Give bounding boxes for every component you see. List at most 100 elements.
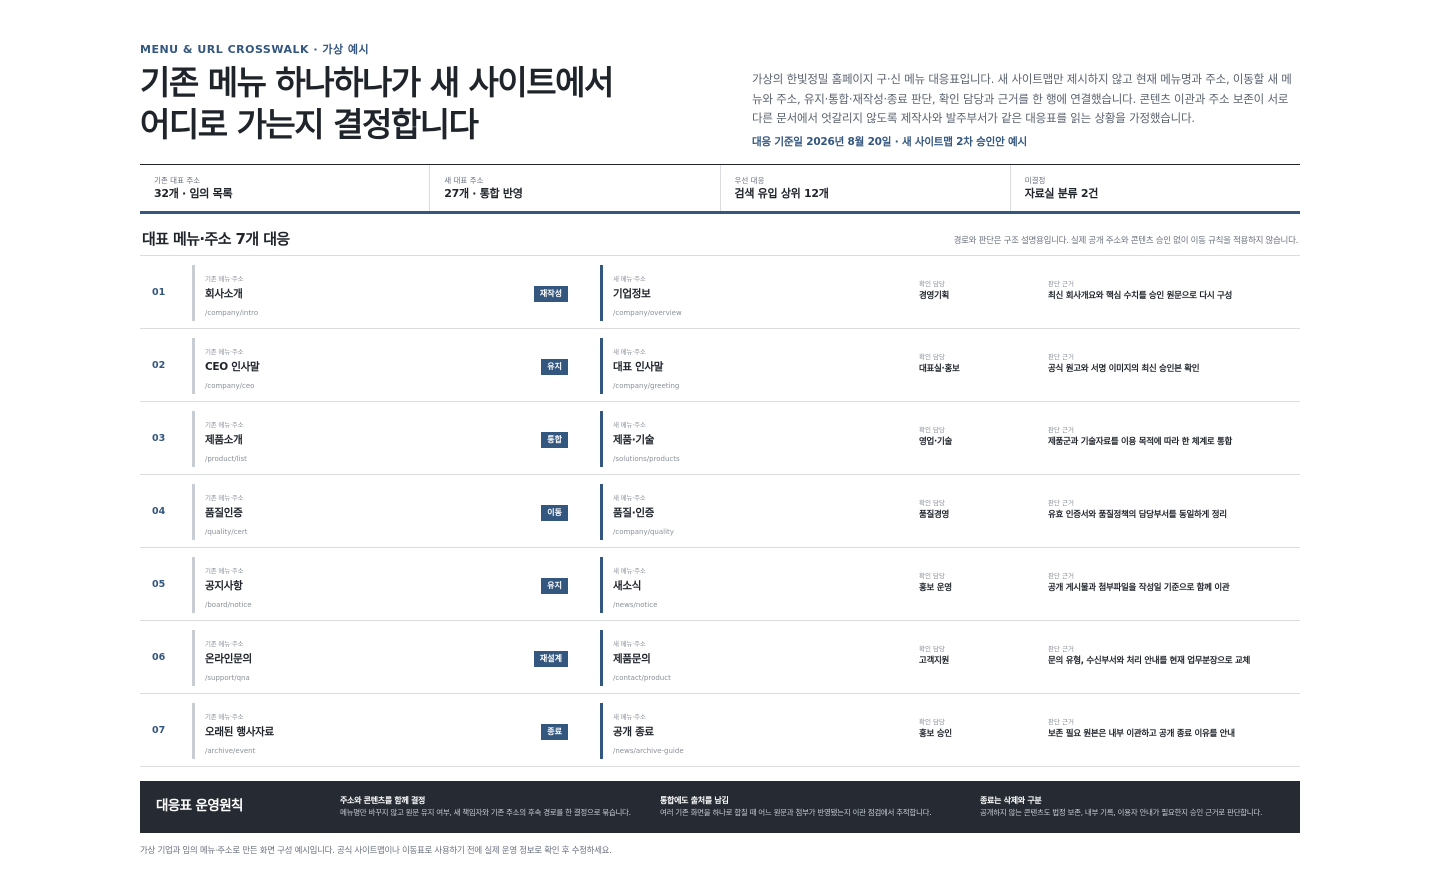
basis-label: 판단 근거	[1048, 353, 1074, 361]
principle-item: 종료는 삭제와 구분 공개하지 않는 콘텐츠도 법정 보존, 내부 기록, 이용…	[980, 795, 1290, 819]
new-menu-label: 새 메뉴·주소	[613, 348, 646, 356]
new-menu-name: 품질·인증	[613, 507, 655, 519]
footer-note: 가상 기업과 임의 메뉴·주소로 만든 화면 구성 예시입니다. 공식 사이트맵…	[140, 846, 612, 856]
old-menu-label: 기존 메뉴·주소	[205, 421, 244, 429]
owner-cell: 확인 담당 홍보 승인	[919, 717, 952, 741]
basis-value: 공개 게시물과 첨부파일을 작성일 기준으로 함께 이관	[1048, 583, 1230, 593]
old-menu-label: 기존 메뉴·주소	[205, 640, 244, 648]
basis-value: 최신 회사개요와 핵심 수치를 승인 원문으로 다시 구성	[1048, 291, 1233, 301]
owner-label: 확인 담당	[919, 353, 945, 361]
stat-label: 우선 대응	[734, 176, 765, 185]
new-menu-cell: 새 메뉴·주소 대표 인사말/company/greeting	[600, 338, 900, 394]
new-menu-name: 새소식	[613, 580, 642, 592]
row-number: 04	[152, 506, 166, 517]
table-row: 04 기존 메뉴·주소 품질인증/quality/cert 이동 새 메뉴·주소 품질·인…	[140, 475, 1300, 548]
old-menu-label: 기존 메뉴·주소	[205, 275, 244, 283]
basis-label: 판단 근거	[1048, 280, 1074, 288]
action-badge: 유지	[541, 359, 568, 375]
basis-value: 유효 인증서와 품질정책의 담당부서를 동일하게 정리	[1048, 510, 1227, 520]
basis-date: 대응 기준일 2026년 8월 20일 · 새 사이트맵 2차 승인안 예시	[752, 136, 1027, 148]
action-badge: 이동	[541, 505, 568, 521]
old-menu-cell: 기존 메뉴·주소 제품소개/product/list 통합	[192, 411, 568, 467]
basis-value: 보존 필요 원본은 내부 이관하고 공개 종료 이유를 안내	[1048, 729, 1235, 739]
basis-label: 판단 근거	[1048, 572, 1074, 580]
principle-title: 종료는 삭제와 구분	[980, 796, 1042, 805]
basis-label: 판단 근거	[1048, 426, 1074, 434]
action-badge: 통합	[541, 432, 568, 448]
table-row: 05 기존 메뉴·주소 공지사항/board/notice 유지 새 메뉴·주소 새소식 /…	[140, 548, 1300, 621]
section-note: 경로와 판단은 구조 설명용입니다. 실제 공개 주소와 콘텐츠 승인 없이 이…	[953, 236, 1299, 246]
old-menu-cell: 기존 메뉴·주소 회사소개/company/intro 재작성	[192, 265, 568, 321]
owner-cell: 확인 담당 품질경영	[919, 498, 949, 522]
old-menu-cell: 기존 메뉴·주소 CEO 인사말/company/ceo 유지	[192, 338, 568, 394]
stat-undecided: 미결정 자료실 분류 2건	[1009, 165, 1300, 211]
owner-value: 대표실·홍보	[919, 364, 960, 374]
page-title-line-1: 기존 메뉴 하나하나가 새 사이트에서	[140, 63, 614, 102]
stat-value: 27개 · 통합 반영	[444, 187, 523, 200]
new-menu-name: 제품문의	[613, 653, 651, 665]
basis-cell: 판단 근거문의 유형, 수신부서와 처리 안내를 현재 업무분장으로 교체	[1048, 644, 1250, 668]
old-menu-name: 오래된 행사자료	[205, 726, 274, 738]
new-menu-label: 새 메뉴·주소	[613, 421, 646, 429]
owner-label: 확인 담당	[919, 499, 945, 507]
basis-cell: 판단 근거공개 게시물과 첨부파일을 작성일 기준으로 함께 이관	[1048, 571, 1230, 595]
old-menu-name: 공지사항	[205, 580, 243, 592]
stat-label: 미결정	[1024, 176, 1046, 185]
principle-title: 주소와 콘텐츠를 함께 결정	[340, 796, 426, 805]
new-menu-url: /company/overview	[613, 309, 682, 317]
old-menu-url: /company/ceo	[205, 382, 255, 390]
owner-value: 홍보 운영	[919, 583, 952, 593]
owner-cell: 확인 담당 고객지원	[919, 644, 949, 668]
stat-new-addresses: 새 대표 주소 27개 · 통합 반영	[429, 165, 719, 211]
old-menu-label: 기존 메뉴·주소	[205, 348, 244, 356]
page-title-line-2: 어디로 가는지 결정합니다	[140, 105, 479, 144]
new-menu-cell: 새 메뉴·주소 기업정보/company/overview	[600, 265, 900, 321]
basis-value: 공식 원고와 서명 이미지의 최신 승인본 확인	[1048, 364, 1200, 374]
principle-item: 주소와 콘텐츠를 함께 결정 메뉴명만 바꾸지 않고 원문 유지 여부, 새 책…	[340, 795, 650, 819]
old-menu-name: 온라인문의	[205, 653, 252, 665]
basis-value: 문의 유형, 수신부서와 처리 안내를 현재 업무분장으로 교체	[1048, 656, 1251, 666]
stat-old-addresses: 기존 대표 주소 32개 · 임의 목록	[140, 165, 429, 211]
page-title: 기존 메뉴 하나하나가 새 사이트에서 어디로 가는지 결정합니다	[140, 62, 700, 146]
lead-paragraph: 가상의 한빛정밀 홈페이지 구·신 메뉴 대응표입니다. 새 사이트맵만 제시하…	[752, 72, 1292, 125]
owner-label: 확인 담당	[919, 280, 945, 288]
principle-text: 메뉴명만 바꾸지 않고 원문 유지 여부, 새 책임자와 기존 주소의 후속 경…	[340, 808, 631, 817]
owner-label: 확인 담당	[919, 426, 945, 434]
basis-cell: 판단 근거 보존 필요 원본은 내부 이관하고 공개 종료 이유를 안내	[1048, 717, 1235, 741]
old-menu-url: /archive/event	[205, 747, 256, 755]
owner-value: 홍보 승인	[919, 729, 952, 739]
crosswalk-table: 01 기존 메뉴·주소 회사소개/company/intro 재작성 새 메뉴·주소 기업…	[140, 255, 1300, 767]
owner-label: 확인 담당	[919, 645, 945, 653]
table-row: 01 기존 메뉴·주소 회사소개/company/intro 재작성 새 메뉴·주소 기업…	[140, 256, 1300, 329]
old-menu-cell: 기존 메뉴·주소 오래된 행사자료/archive/event 종료	[192, 703, 568, 759]
row-number: 07	[152, 725, 166, 736]
row-number: 03	[152, 433, 166, 444]
row-number: 01	[152, 287, 166, 298]
old-menu-url: /quality/cert	[205, 528, 248, 536]
old-menu-cell: 기존 메뉴·주소 공지사항/board/notice 유지	[192, 557, 568, 613]
action-badge: 유지	[541, 578, 568, 594]
stat-value: 32개 · 임의 목록	[154, 187, 233, 200]
new-menu-url: /company/quality	[613, 528, 674, 536]
basis-label: 판단 근거	[1048, 645, 1074, 653]
new-menu-url: /news/archive-guide	[613, 747, 684, 755]
new-menu-url: /company/greeting	[613, 382, 680, 390]
new-menu-cell: 새 메뉴·주소 제품·기술/solutions/products	[600, 411, 900, 467]
action-badge: 재작성	[533, 286, 568, 302]
old-menu-name: 제품소개	[205, 434, 243, 446]
old-menu-cell: 기존 메뉴·주소 온라인문의/support/qna 재설계	[192, 630, 568, 686]
old-menu-url: /support/qna	[205, 674, 250, 682]
old-menu-url: /company/intro	[205, 309, 259, 317]
owner-value: 영업·기술	[919, 437, 953, 447]
new-menu-cell: 새 메뉴·주소 제품문의/contact/product	[600, 630, 900, 686]
stat-value: 검색 유입 상위 12개	[734, 187, 829, 200]
stat-value: 자료실 분류 2건	[1024, 187, 1099, 200]
new-menu-url: /contact/product	[613, 674, 671, 682]
principle-item: 통합에도 출처를 남김 여러 기존 화면을 하나로 합칠 때 어느 원문과 첨부…	[660, 795, 970, 819]
row-number: 06	[152, 652, 166, 663]
old-menu-name: 품질인증	[205, 507, 243, 519]
eyebrow: MENU & URL CROSSWALK · 가상 예시	[140, 43, 370, 56]
owner-value: 경영기획	[919, 291, 950, 301]
new-menu-url: /news/notice	[613, 601, 658, 609]
new-menu-label: 새 메뉴·주소	[613, 275, 646, 283]
